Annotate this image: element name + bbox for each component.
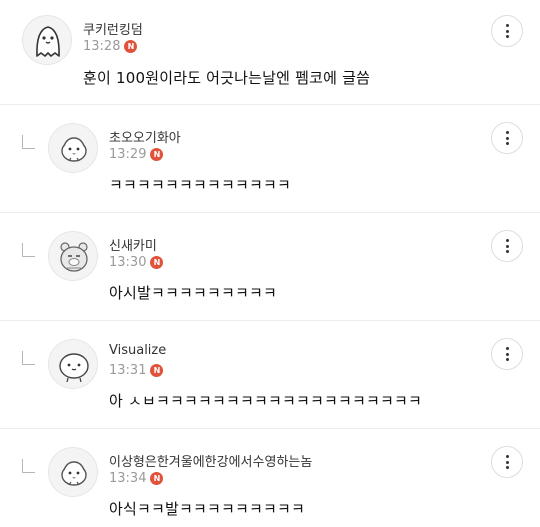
bird-avatar-icon[interactable] <box>48 123 98 173</box>
comment-text: 아 ㅅㅂㅋㅋㅋㅋㅋㅋㅋㅋㅋㅋㅋㅋㅋㅋㅋㅋㅋㅋㅋ <box>109 392 422 410</box>
comment-text: ㅋㅋㅋㅋㅋㅋㅋㅋㅋㅋㅋㅋㅋ <box>109 176 292 194</box>
more-vertical-icon <box>505 244 509 248</box>
comment-author[interactable]: 신새카미 <box>109 235 157 254</box>
more-vertical-icon <box>505 35 509 38</box>
more-vertical-icon <box>505 250 509 253</box>
more-options-button[interactable] <box>491 446 523 478</box>
comment-meta: 13:30 N <box>109 255 164 270</box>
more-vertical-icon <box>505 239 509 242</box>
reply-item: 초오오기화아 13:29 N ㅋㅋㅋㅋㅋㅋㅋㅋㅋㅋㅋㅋㅋ <box>0 105 540 213</box>
more-vertical-icon <box>505 455 509 458</box>
reply-item: 이상형은한겨울에한강에서수영하는놈 13:34 N 아식ㅋㅋ발ㅋㅋㅋㅋㅋㅋㅋㅋㅋ <box>0 429 540 527</box>
ghost-avatar-icon[interactable] <box>22 15 72 65</box>
comment-item: 쿠키런킹덤 13:28 N 훈이 100원이라도 어긋나는날엔 펨코에 글씀 <box>0 0 540 105</box>
more-vertical-icon <box>505 136 509 140</box>
more-vertical-icon <box>505 358 509 361</box>
comment-time: 13:31 <box>109 363 147 378</box>
reply-arrow-icon <box>22 351 35 365</box>
reply-item: Visualize 13:31 N 아 ㅅㅂㅋㅋㅋㅋㅋㅋㅋㅋㅋㅋㅋㅋㅋㅋㅋㅋㅋㅋ… <box>0 321 540 429</box>
comment-meta: 13:34 N <box>109 471 164 486</box>
comment-author[interactable]: 쿠키런킹덤 <box>83 19 143 38</box>
comment-time: 13:30 <box>109 255 147 270</box>
more-vertical-icon <box>505 460 509 464</box>
reply-arrow-icon <box>22 135 35 149</box>
comment-time: 13:34 <box>109 471 147 486</box>
more-options-button[interactable] <box>491 230 523 262</box>
more-vertical-icon <box>505 24 509 27</box>
comment-meta: 13:28 N <box>83 39 138 54</box>
comment-text: 훈이 100원이라도 어긋나는날엔 펨코에 글씀 <box>83 69 371 87</box>
more-options-button[interactable] <box>491 122 523 154</box>
more-options-button[interactable] <box>491 338 523 370</box>
comment-time: 13:28 <box>83 39 121 54</box>
blob-avatar-icon[interactable] <box>48 339 98 389</box>
more-vertical-icon <box>505 466 509 469</box>
comment-meta: 13:31 N <box>109 363 164 378</box>
reply-item: 신새카미 13:30 N 아시발ㅋㅋㅋㅋㅋㅋㅋㅋㅋ <box>0 213 540 321</box>
new-badge: N <box>150 148 164 161</box>
comment-author[interactable]: 이상형은한겨울에한강에서수영하는놈 <box>109 451 312 470</box>
comment-time: 13:29 <box>109 147 147 162</box>
comment-text: 아시발ㅋㅋㅋㅋㅋㅋㅋㅋㅋ <box>109 284 278 302</box>
bird-avatar-icon[interactable] <box>48 447 98 497</box>
more-vertical-icon <box>505 29 509 33</box>
comment-meta: 13:29 N <box>109 147 164 162</box>
new-badge: N <box>150 472 164 485</box>
comment-author[interactable]: Visualize <box>109 343 166 358</box>
new-badge: N <box>124 40 138 53</box>
more-vertical-icon <box>505 131 509 134</box>
more-vertical-icon <box>505 352 509 356</box>
new-badge: N <box>150 364 164 377</box>
more-vertical-icon <box>505 347 509 350</box>
comment-author[interactable]: 초오오기화아 <box>109 127 181 146</box>
reply-arrow-icon <box>22 243 35 257</box>
bear-avatar-icon[interactable] <box>48 231 98 281</box>
more-options-button[interactable] <box>491 15 523 47</box>
comment-text: 아식ㅋㅋ발ㅋㅋㅋㅋㅋㅋㅋㅋㅋ <box>109 500 306 518</box>
reply-arrow-icon <box>22 459 35 473</box>
more-vertical-icon <box>505 142 509 145</box>
new-badge: N <box>150 256 164 269</box>
